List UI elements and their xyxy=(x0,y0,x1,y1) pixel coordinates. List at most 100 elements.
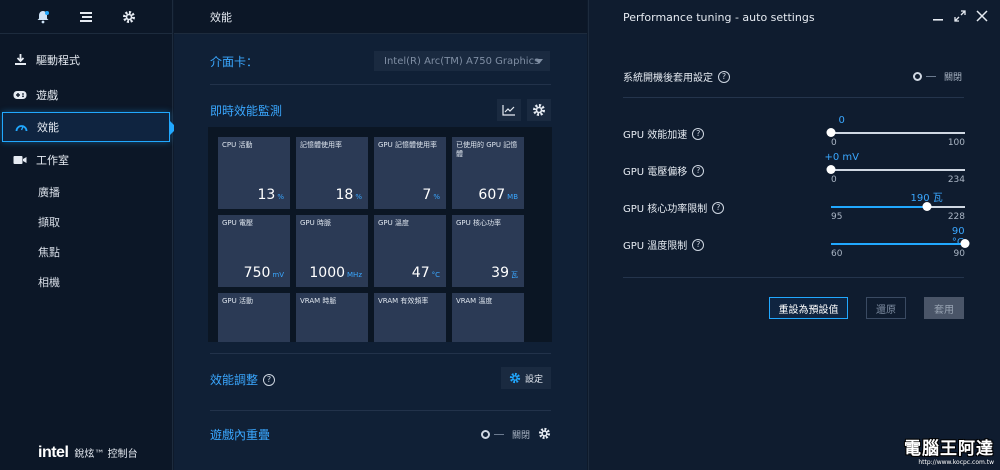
metric-tile: VRAM 時脈 xyxy=(296,293,368,342)
slider-fill xyxy=(831,206,927,208)
slider-min: 95 xyxy=(831,212,843,222)
metric-label: 記憶體使用率 xyxy=(300,141,342,149)
metric-unit: °C xyxy=(431,271,440,279)
slider-thumb[interactable] xyxy=(826,128,836,137)
right-panel-header: Performance tuning - auto settings xyxy=(589,0,1000,34)
toggle-knob xyxy=(480,430,490,439)
metric-unit: % xyxy=(433,193,440,201)
metric-tile: GPU 活動 xyxy=(218,293,290,342)
slider-row: GPU 核心功率限制 ? xyxy=(623,200,725,215)
bell-icon[interactable] xyxy=(35,9,51,25)
divider xyxy=(210,410,551,411)
apply-on-boot-row: 系統開機後套用設定 ? xyxy=(623,69,730,84)
window-controls xyxy=(932,10,988,22)
apply-button[interactable]: 套用 xyxy=(924,297,964,319)
temp-limit-slider[interactable]: 90 °C 60 90 xyxy=(831,226,970,259)
divider xyxy=(210,84,551,85)
camera-icon xyxy=(12,153,28,167)
sidebar-subitem-focus[interactable]: 焦點 xyxy=(0,237,172,267)
metric-tile: GPU 記憶體使用率 7% xyxy=(374,137,446,209)
slider-rail xyxy=(831,132,965,134)
tuning-row: 效能調整 ? xyxy=(210,371,551,388)
minimize-icon[interactable] xyxy=(932,10,944,22)
slider-label: GPU 溫度限制 xyxy=(623,241,688,252)
help-icon[interactable]: ? xyxy=(692,164,705,177)
metric-unit: % xyxy=(355,193,362,201)
performance-panel: 效能 介面卡： Intel(R) Arc(TM) A750 Graphics 即… xyxy=(174,0,587,470)
sidebar-subitem-broadcast[interactable]: 廣播 xyxy=(0,177,172,207)
gpu-select[interactable]: Intel(R) Arc(TM) A750 Graphics xyxy=(374,51,550,71)
slider-thumb[interactable] xyxy=(826,165,836,174)
slider-value: +0 mV xyxy=(824,152,859,163)
slider-row: GPU 效能加速 ? xyxy=(623,126,705,141)
gpu-boost-slider[interactable]: 0 0 100 xyxy=(826,115,965,148)
metric-tile: VRAM 溫度 xyxy=(452,293,524,342)
overlay-row: 遊戲內重疊 關閉 xyxy=(210,426,551,443)
metric-value: 47 xyxy=(411,265,430,281)
slider-label: GPU 核心功率限制 xyxy=(623,204,708,215)
help-icon[interactable]: ? xyxy=(718,70,730,83)
slider-fill xyxy=(831,243,965,245)
sidebar-nav: 驅動程式 遊戲 效能 工作室 廣播 擷取 焦點 相機 xyxy=(0,42,177,297)
metric-unit: MB xyxy=(507,193,518,201)
watermark: 電腦王阿達 http://www.kocpc.com.tw xyxy=(904,434,994,466)
gamepad-icon xyxy=(12,88,28,102)
metric-value: 18 xyxy=(335,187,354,203)
tuning-settings-button[interactable]: 設定 xyxy=(501,367,551,389)
voltage-offset-slider[interactable]: +0 mV 0 234 xyxy=(824,152,965,185)
close-icon[interactable] xyxy=(976,10,988,22)
metric-tile: GPU 時脈 1000 MHz xyxy=(296,215,368,287)
gear-icon[interactable] xyxy=(538,427,551,443)
panel-header: 效能 xyxy=(174,0,587,34)
chevron-down-icon xyxy=(535,59,543,64)
power-limit-slider[interactable]: 190 瓦 95 228 xyxy=(831,189,965,222)
metric-tile: CPU 活動 13% xyxy=(218,137,290,209)
help-icon[interactable]: ? xyxy=(692,238,705,251)
revert-button[interactable]: 還原 xyxy=(866,297,906,319)
sidebar-toolbar xyxy=(0,0,172,34)
metric-unit: % xyxy=(277,193,284,201)
metric-unit: mV xyxy=(272,271,284,279)
slider-min: 60 xyxy=(831,249,843,259)
help-icon[interactable]: ? xyxy=(263,373,276,386)
slider-thumb[interactable] xyxy=(960,239,970,248)
metric-tile: VRAM 有效頻率 xyxy=(374,293,446,342)
help-icon[interactable]: ? xyxy=(712,201,725,214)
performance-monitor: CPU 活動 13% 記憶體使用率 18% GPU 記憶體使用率 7% 已使用的… xyxy=(208,127,552,342)
sidebar: 驅動程式 遊戲 效能 工作室 廣播 擷取 焦點 相機 intel 銳炫™ 控制台 xyxy=(0,0,177,470)
slider-max: 228 xyxy=(947,212,965,222)
apply-on-boot-state: 關閉 xyxy=(944,73,963,83)
metric-value: 607 xyxy=(478,187,506,203)
slider-thumb[interactable] xyxy=(922,202,932,211)
sidebar-item-studio[interactable]: 工作室 xyxy=(0,142,172,177)
slider-min: 0 xyxy=(831,138,837,148)
overlay-toggle[interactable]: 關閉 xyxy=(480,428,530,441)
list-icon[interactable] xyxy=(78,9,94,25)
gear-icon[interactable] xyxy=(527,99,551,121)
apply-on-boot-toggle[interactable]: 關閉 xyxy=(913,70,962,83)
gpu-select-value: Intel(R) Arc(TM) A750 Graphics xyxy=(384,55,540,67)
expand-icon[interactable] xyxy=(954,10,966,22)
gear-icon[interactable] xyxy=(121,9,137,25)
sidebar-subitem-capture[interactable]: 擷取 xyxy=(0,207,172,237)
overlay-state: 關閉 xyxy=(511,431,530,441)
monitor-header: 即時效能監測 xyxy=(210,99,551,121)
slider-row: GPU 電壓偏移 ? xyxy=(623,163,705,178)
divider xyxy=(623,277,964,278)
metric-label: 已使用的 GPU 記憶體 xyxy=(456,141,518,158)
metric-label: GPU 溫度 xyxy=(378,219,409,227)
reset-defaults-button[interactable]: 重設為預設值 xyxy=(769,297,848,319)
help-icon[interactable]: ? xyxy=(692,127,705,140)
slider-max: 90 xyxy=(953,249,965,259)
intel-logo: intel xyxy=(38,444,69,461)
chart-icon[interactable] xyxy=(497,99,521,121)
sidebar-item-performance[interactable]: 效能 xyxy=(2,112,177,142)
divider xyxy=(210,353,551,354)
sidebar-item-drivers[interactable]: 驅動程式 xyxy=(0,42,172,77)
metric-label: GPU 核心功率 xyxy=(456,219,501,227)
overlay-title: 遊戲內重疊 xyxy=(210,428,271,442)
sidebar-item-games[interactable]: 遊戲 xyxy=(0,77,172,112)
right-panel-title: Performance tuning - auto settings xyxy=(623,10,815,24)
slider-max: 234 xyxy=(947,175,965,185)
sidebar-subitem-camera[interactable]: 相機 xyxy=(0,267,172,297)
